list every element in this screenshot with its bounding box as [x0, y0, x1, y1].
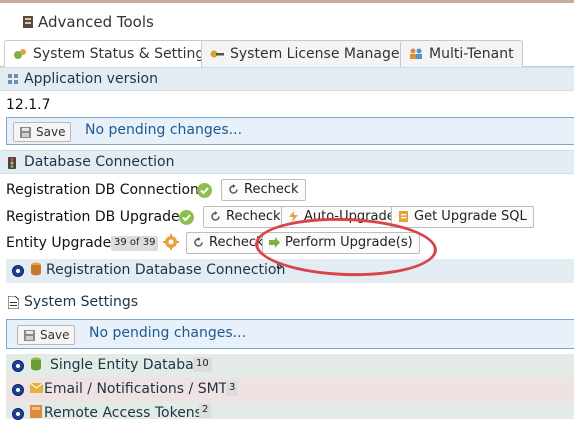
recheck-connection-button[interactable]: Recheck — [221, 179, 306, 201]
single-entity-database-row[interactable]: Single Entity Database 10 — [6, 354, 574, 378]
database-icon — [31, 262, 41, 276]
remote-access-tokens-row[interactable]: Remote Access Tokens 2 — [6, 402, 574, 421]
auto-upgrade-button[interactable]: Auto-Upgrade — [281, 206, 402, 228]
row-label: Single Entity Database — [50, 357, 210, 373]
gear-icon — [163, 234, 179, 250]
expand-radio-icon[interactable] — [12, 408, 24, 420]
tab-bar: System Status & Settings System License … — [0, 34, 574, 68]
recheck-label: Recheck — [209, 235, 264, 250]
database-green-icon — [31, 357, 41, 371]
check-circle-icon — [197, 183, 212, 198]
pending-status: No pending changes... — [89, 325, 247, 341]
users-icon — [410, 48, 422, 59]
refresh-icon — [229, 184, 238, 194]
pending-changes-bar: Save No pending changes... — [6, 117, 574, 145]
entity-count-badge: 39 of 39 — [111, 236, 159, 251]
tab-license-manager[interactable]: System License Manager — [201, 40, 415, 67]
tab-label: System Status & Settings — [33, 46, 212, 62]
save-button[interactable]: Save — [13, 122, 71, 142]
status-gear-icon — [14, 49, 26, 59]
auto-upgrade-label: Auto-Upgrade — [304, 209, 395, 224]
perform-upgrades-button[interactable]: Perform Upgrade(s) — [262, 232, 420, 254]
save-label: Save — [40, 328, 70, 342]
tools-icon — [23, 16, 33, 28]
reg-db-upgrade-label: Registration DB Upgrade: — [6, 209, 185, 225]
save-label: Save — [36, 125, 66, 139]
envelope-icon — [30, 383, 43, 393]
expand-radio-icon[interactable] — [12, 265, 24, 277]
email-notifications-row[interactable]: Email / Notifications / SMTP 3 — [6, 378, 574, 402]
refresh-icon — [194, 237, 203, 247]
document-icon — [8, 296, 19, 309]
app-version-section-header: Application version — [0, 67, 574, 91]
system-settings-header: System Settings — [0, 292, 574, 314]
database-section-header: Database Connection — [0, 150, 574, 174]
traffic-light-icon — [8, 157, 16, 169]
expand-radio-icon[interactable] — [12, 360, 24, 372]
section-title: System Settings — [24, 294, 139, 310]
tab-label: Multi-Tenant — [429, 46, 514, 62]
tab-multi-tenant[interactable]: Multi-Tenant — [400, 40, 523, 67]
save-button[interactable]: Save — [17, 325, 75, 345]
entity-upgrade-label: Entity Upgrade: — [6, 235, 116, 251]
tab-system-status[interactable]: System Status & Settings — [4, 40, 221, 68]
token-icon — [30, 405, 42, 418]
get-sql-label: Get Upgrade SQL — [414, 209, 527, 224]
recheck-upgrade-button[interactable]: Recheck — [203, 206, 288, 228]
sql-document-icon — [399, 211, 408, 222]
row-count: 8 — [276, 261, 283, 272]
reg-database-connection-row[interactable]: Registration Database Connection 8 — [6, 259, 574, 283]
expand-radio-icon[interactable] — [12, 384, 24, 396]
perform-label: Perform Upgrade(s) — [285, 235, 413, 250]
row-count-badge: 3 — [226, 381, 239, 396]
row-count-badge: 2 — [199, 403, 212, 418]
arrow-right-icon — [269, 237, 280, 248]
section-title: Database Connection — [24, 154, 175, 170]
section-title: Application version — [24, 71, 158, 87]
tab-label: System License Manager — [230, 46, 406, 62]
recheck-label: Recheck — [226, 209, 281, 224]
floppy-disk-icon — [20, 127, 31, 138]
floppy-disk-icon — [24, 330, 35, 341]
check-circle-icon — [179, 210, 194, 225]
lightning-icon — [289, 211, 298, 222]
license-key-icon — [210, 50, 224, 58]
advanced-tools-header: Advanced Tools — [0, 0, 574, 34]
refresh-icon — [211, 211, 220, 221]
pending-changes-bar: Save No pending changes... — [6, 319, 574, 349]
reg-db-connection-label: Registration DB Connection: — [6, 182, 204, 198]
recheck-entity-button[interactable]: Recheck — [186, 232, 271, 254]
row-count-badge: 10 — [193, 357, 212, 372]
row-label: Email / Notifications / SMTP — [44, 381, 236, 397]
get-upgrade-sql-button[interactable]: Get Upgrade SQL — [391, 206, 534, 228]
app-version-value: 12.1.7 — [6, 97, 51, 113]
recheck-label: Recheck — [244, 182, 299, 197]
page-title: Advanced Tools — [38, 13, 154, 31]
row-label: Registration Database Connection — [46, 262, 286, 278]
pending-status: No pending changes... — [85, 122, 243, 138]
grid-icon — [8, 74, 18, 84]
